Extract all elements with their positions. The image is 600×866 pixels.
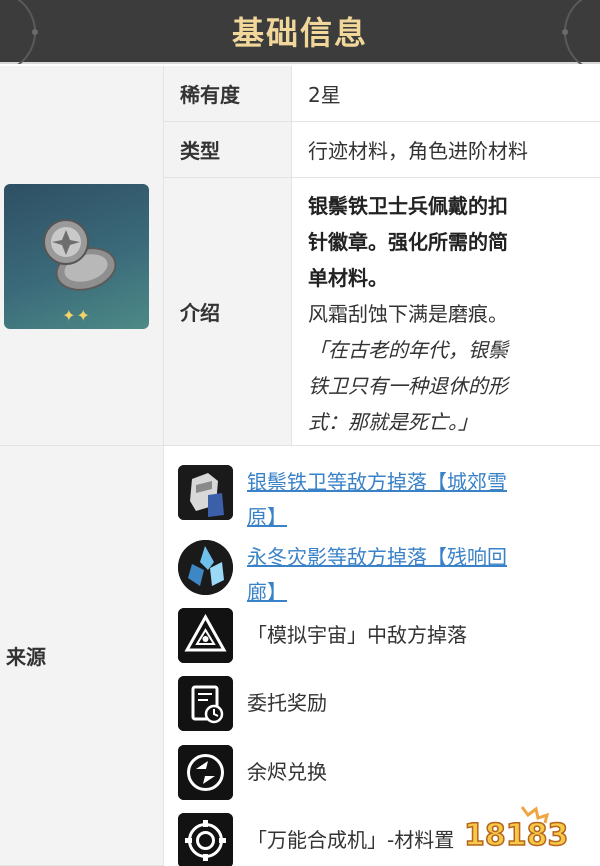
source-label: 来源 [0,446,164,866]
intro-quote-line: 「在古老的年代，银鬃 [308,338,508,362]
logo-text: 18183 [464,818,568,853]
item-image: ✦✦ [4,184,149,329]
armored-soldier-icon [178,465,233,520]
intro-bold-line: 单材料。 [308,266,388,290]
source-link[interactable]: 永冬灾影等敌方掉落【残响回 [247,540,567,575]
intro-quote-line: 铁卫只有一种退休的形 [308,374,508,398]
rarity-label: 稀有度 [164,66,292,122]
intro-bold-line: 银鬃铁卫士兵佩戴的扣 [308,194,508,218]
section-header: 基础信息 [0,0,600,64]
source-link[interactable]: 银鬃铁卫等敌方掉落【城郊雪 [247,465,567,500]
source-text: 委托奖励 [247,691,327,715]
source-item: 委托奖励 [178,676,567,731]
source-item: 余烬兑换 [178,745,567,800]
source-item: 「模拟宇宙」中敌方掉落 [178,608,567,663]
type-label: 类型 [164,122,292,178]
exchange-icon [178,745,233,800]
ornament-left-icon [17,0,38,64]
ornament-right-icon [562,0,583,64]
source-link[interactable]: 廊】 [247,575,567,610]
source-item[interactable]: 银鬃铁卫等敌方掉落【城郊雪 原】 [178,465,567,535]
rarity-stars: ✦✦ [62,306,91,325]
commission-icon [178,676,233,731]
ice-crystal-icon [178,540,233,595]
synthesizer-icon [178,813,233,866]
intro-quote-line: 式：那就是死亡。」 [308,410,478,434]
section-title: 基础信息 [231,14,368,52]
rarity-value: 2星 [308,83,341,107]
info-table: ✦✦ 稀有度 2星 类型 行迹材料，角色进阶材料 介绍 银鬃铁卫士兵佩戴的扣 针… [0,66,600,866]
intro-value-cell: 银鬃铁卫士兵佩戴的扣 针徽章。强化所需的简 单材料。 风霜刮蚀下满是磨痕。 「在… [292,178,600,446]
source-link[interactable]: 原】 [247,500,567,535]
source-text: 余烬兑换 [247,760,327,784]
simulated-universe-icon [178,608,233,663]
rarity-value-cell: 2星 [292,66,600,122]
intro-bold-line: 针徽章。强化所需的简 [308,230,508,254]
source-text: 「模拟宇宙」中敌方掉落 [247,623,467,647]
intro-label: 介绍 [164,178,292,446]
source-item[interactable]: 永冬灾影等敌方掉落【残响回 廊】 [178,540,567,610]
type-value-cell: 行迹材料，角色进阶材料 [292,122,600,178]
type-value: 行迹材料，角色进阶材料 [308,139,528,163]
intro-line: 风霜刮蚀下满是磨痕。 [308,302,508,326]
item-panel: ✦✦ [0,66,164,446]
site-logo-icon: 18183 [463,806,569,854]
